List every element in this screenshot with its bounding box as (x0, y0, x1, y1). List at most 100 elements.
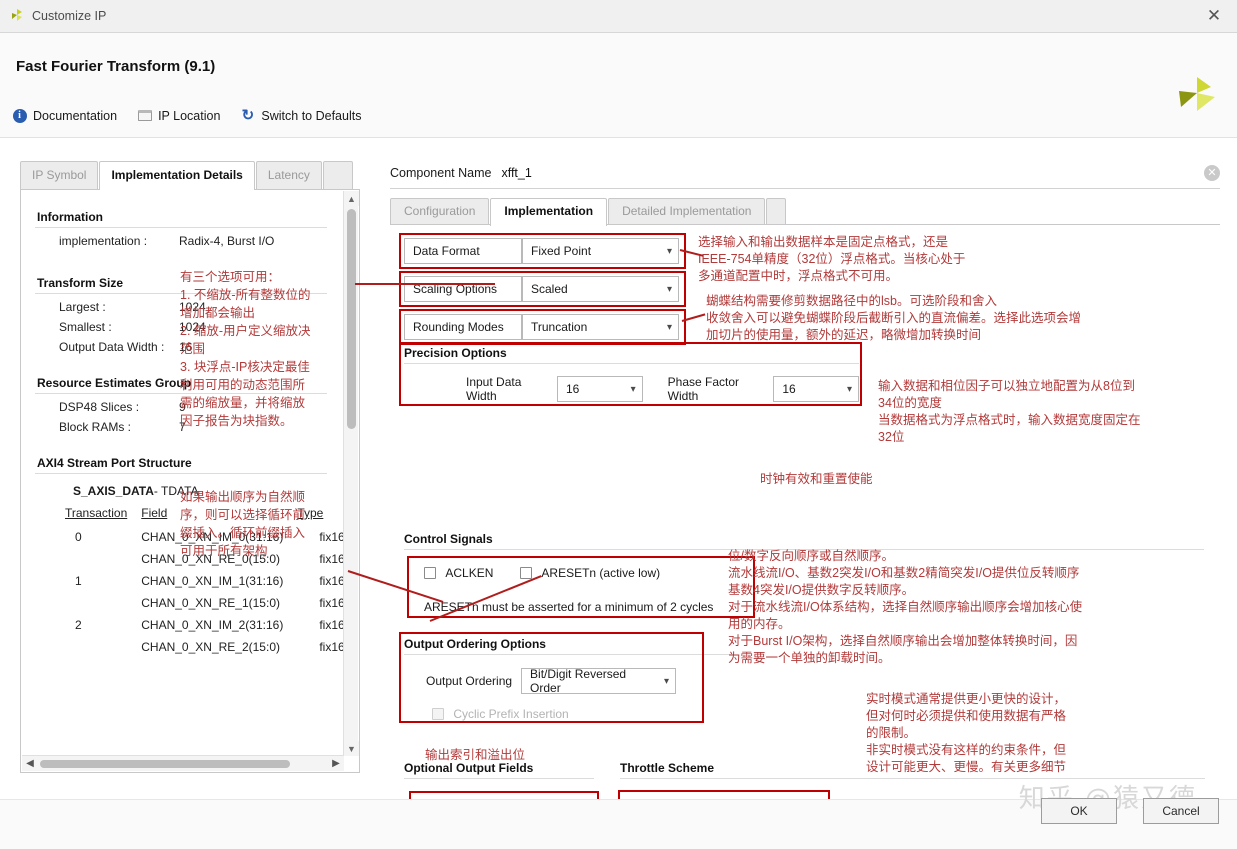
throttle-scheme-group: Throttle Scheme (620, 761, 1205, 779)
left-vertical-scrollbar[interactable]: ▲ ▼ (343, 191, 358, 756)
header-toolbar: i Documentation IP Location ↻ Switch to … (12, 108, 361, 123)
info-icon: i (12, 108, 27, 123)
ok-button[interactable]: OK (1041, 798, 1117, 824)
window-title: Customize IP (32, 9, 106, 23)
dsp48-slices-label: DSP48 Slices : (29, 400, 179, 414)
scaling-options-highlight (399, 271, 686, 307)
axi-port-suffix: - TDATA (154, 484, 199, 498)
implementation-tab-content: Data Format Fixed Point ▾ Scaling Option… (390, 234, 1220, 773)
table-row: 2 CHAN_0_XN_IM_2(31:16) fix16_ (61, 614, 360, 636)
refresh-icon: ↻ (240, 108, 255, 123)
tab-latency[interactable]: Latency (256, 161, 322, 189)
largest-row: Largest : 1024 (29, 300, 333, 314)
implementation-value: Radix-4, Burst I/O (179, 234, 274, 248)
output-ordering-highlight (399, 632, 704, 723)
right-panel: Component Name ✕ Configuration Implement… (390, 161, 1220, 773)
axi-port-label: S_AXIS_DATA (73, 484, 154, 498)
control-signals-title: Control Signals (404, 532, 1204, 546)
scrollbar-thumb-horizontal[interactable] (40, 760, 290, 768)
block-rams-value: 7 (179, 420, 186, 434)
cell-transaction (61, 636, 137, 658)
switch-to-defaults-link[interactable]: ↻ Switch to Defaults (240, 108, 361, 123)
left-panel: IP Symbol Implementation Details Latency… (20, 161, 360, 773)
rounding-modes-highlight (399, 309, 686, 345)
cell-field: CHAN_0_XN_IM_2(31:16) (137, 614, 293, 636)
cell-field: CHAN_0_XN_IM_1(31:16) (137, 570, 293, 592)
axi-stream-heading: AXI4 Stream Port Structure (37, 456, 333, 470)
divider (35, 393, 327, 394)
column-transaction: Transaction (61, 504, 137, 526)
tab-implementation-details[interactable]: Implementation Details (99, 161, 254, 191)
ip-location-link[interactable]: IP Location (137, 108, 220, 123)
optional-output-fields-title: Optional Output Fields (404, 761, 594, 775)
clear-icon[interactable]: ✕ (1204, 165, 1220, 181)
output-data-width-value: 16 (179, 340, 192, 354)
implementation-label: implementation : (29, 234, 179, 248)
left-horizontal-scrollbar[interactable]: ◀ ▶ (22, 755, 344, 771)
component-name-label: Component Name (390, 166, 491, 180)
chevron-right-icon[interactable]: ▶ (328, 756, 344, 771)
page-title: Fast Fourier Transform (9.1) (16, 58, 215, 75)
control-signals-group: Control Signals (404, 532, 1204, 550)
throttle-scheme-title: Throttle Scheme (620, 761, 1205, 775)
close-icon[interactable]: ✕ (1191, 0, 1237, 32)
column-field: Field (137, 504, 293, 526)
cell-transaction: 0 (61, 526, 137, 548)
tab-detailed-implementation[interactable]: Detailed Implementation (608, 198, 765, 224)
resource-estimates-heading: Resource Estimates Group (37, 376, 333, 390)
cell-transaction: 2 (61, 614, 137, 636)
right-tab-bar: Configuration Implementation Detailed Im… (390, 198, 1220, 225)
chevron-down-icon[interactable]: ▼ (344, 741, 359, 756)
optional-output-fields-group: Optional Output Fields (404, 761, 594, 779)
divider (35, 293, 327, 294)
cell-transaction (61, 548, 137, 570)
table-row: 0 CHAN_0_XN_IM_0(31:16) fix16_ (61, 526, 360, 548)
tab-filler (766, 198, 786, 224)
smallest-label: Smallest : (29, 320, 179, 334)
smallest-value: 1024 (179, 320, 206, 334)
tab-configuration[interactable]: Configuration (390, 198, 489, 224)
table-row: 1 CHAN_0_XN_IM_1(31:16) fix16_ (61, 570, 360, 592)
data-format-highlight (399, 233, 686, 269)
cell-field: CHAN_0_XN_RE_2(15:0) (137, 636, 293, 658)
cell-field: CHAN_0_XN_RE_1(15:0) (137, 592, 293, 614)
cell-field: CHAN_0_XN_IM_0(31:16) (137, 526, 293, 548)
axi-port-name: S_AXIS_DATA- TDATA (73, 484, 333, 498)
transform-size-heading: Transform Size (37, 276, 333, 290)
cancel-button[interactable]: Cancel (1143, 798, 1219, 824)
tab-ip-symbol[interactable]: IP Symbol (20, 161, 98, 189)
documentation-label: Documentation (33, 109, 117, 123)
output-data-width-row: Output Data Width : 16 (29, 340, 333, 354)
documentation-link[interactable]: i Documentation (12, 108, 117, 123)
output-data-width-label: Output Data Width : (29, 340, 179, 354)
window-titlebar: Customize IP ✕ (0, 0, 1237, 33)
tab-filler (323, 161, 353, 189)
implementation-details-scroll-content: Information implementation : Radix-4, Bu… (21, 190, 341, 755)
table-row: CHAN_0_XN_RE_2(15:0) fix16_ (61, 636, 360, 658)
cell-transaction: 1 (61, 570, 137, 592)
xilinx-logo-icon (10, 8, 24, 25)
table-row: CHAN_0_XN_RE_0(15:0) fix16_ (61, 548, 360, 570)
divider (35, 473, 327, 474)
axi-port-table: Transaction Field Type 0 CHAN_0_XN_IM_0(… (61, 504, 360, 658)
dialog-footer: 知乎 @猿又德 OK Cancel (0, 799, 1237, 849)
divider (35, 227, 327, 228)
smallest-row: Smallest : 1024 (29, 320, 333, 334)
left-panel-body: Information implementation : Radix-4, Bu… (20, 190, 360, 773)
cell-transaction (61, 592, 137, 614)
chevron-up-icon[interactable]: ▲ (344, 191, 359, 206)
table-row: CHAN_0_XN_RE_1(15:0) fix16_ (61, 592, 360, 614)
implementation-row: implementation : Radix-4, Burst I/O (29, 234, 333, 248)
scrollbar-thumb[interactable] (347, 209, 356, 429)
information-heading: Information (37, 210, 333, 224)
switch-to-defaults-label: Switch to Defaults (261, 109, 361, 123)
tab-implementation[interactable]: Implementation (490, 198, 607, 226)
component-name-input[interactable] (499, 163, 1198, 183)
precision-options-highlight (399, 342, 862, 406)
block-rams-row: Block RAMs : 7 (29, 420, 333, 434)
chevron-left-icon[interactable]: ◀ (22, 756, 38, 771)
dsp48-slices-value: 9 (179, 400, 186, 414)
ip-location-label: IP Location (158, 109, 220, 123)
table-header-row: Transaction Field Type (61, 504, 360, 526)
control-signals-highlight (407, 556, 755, 618)
